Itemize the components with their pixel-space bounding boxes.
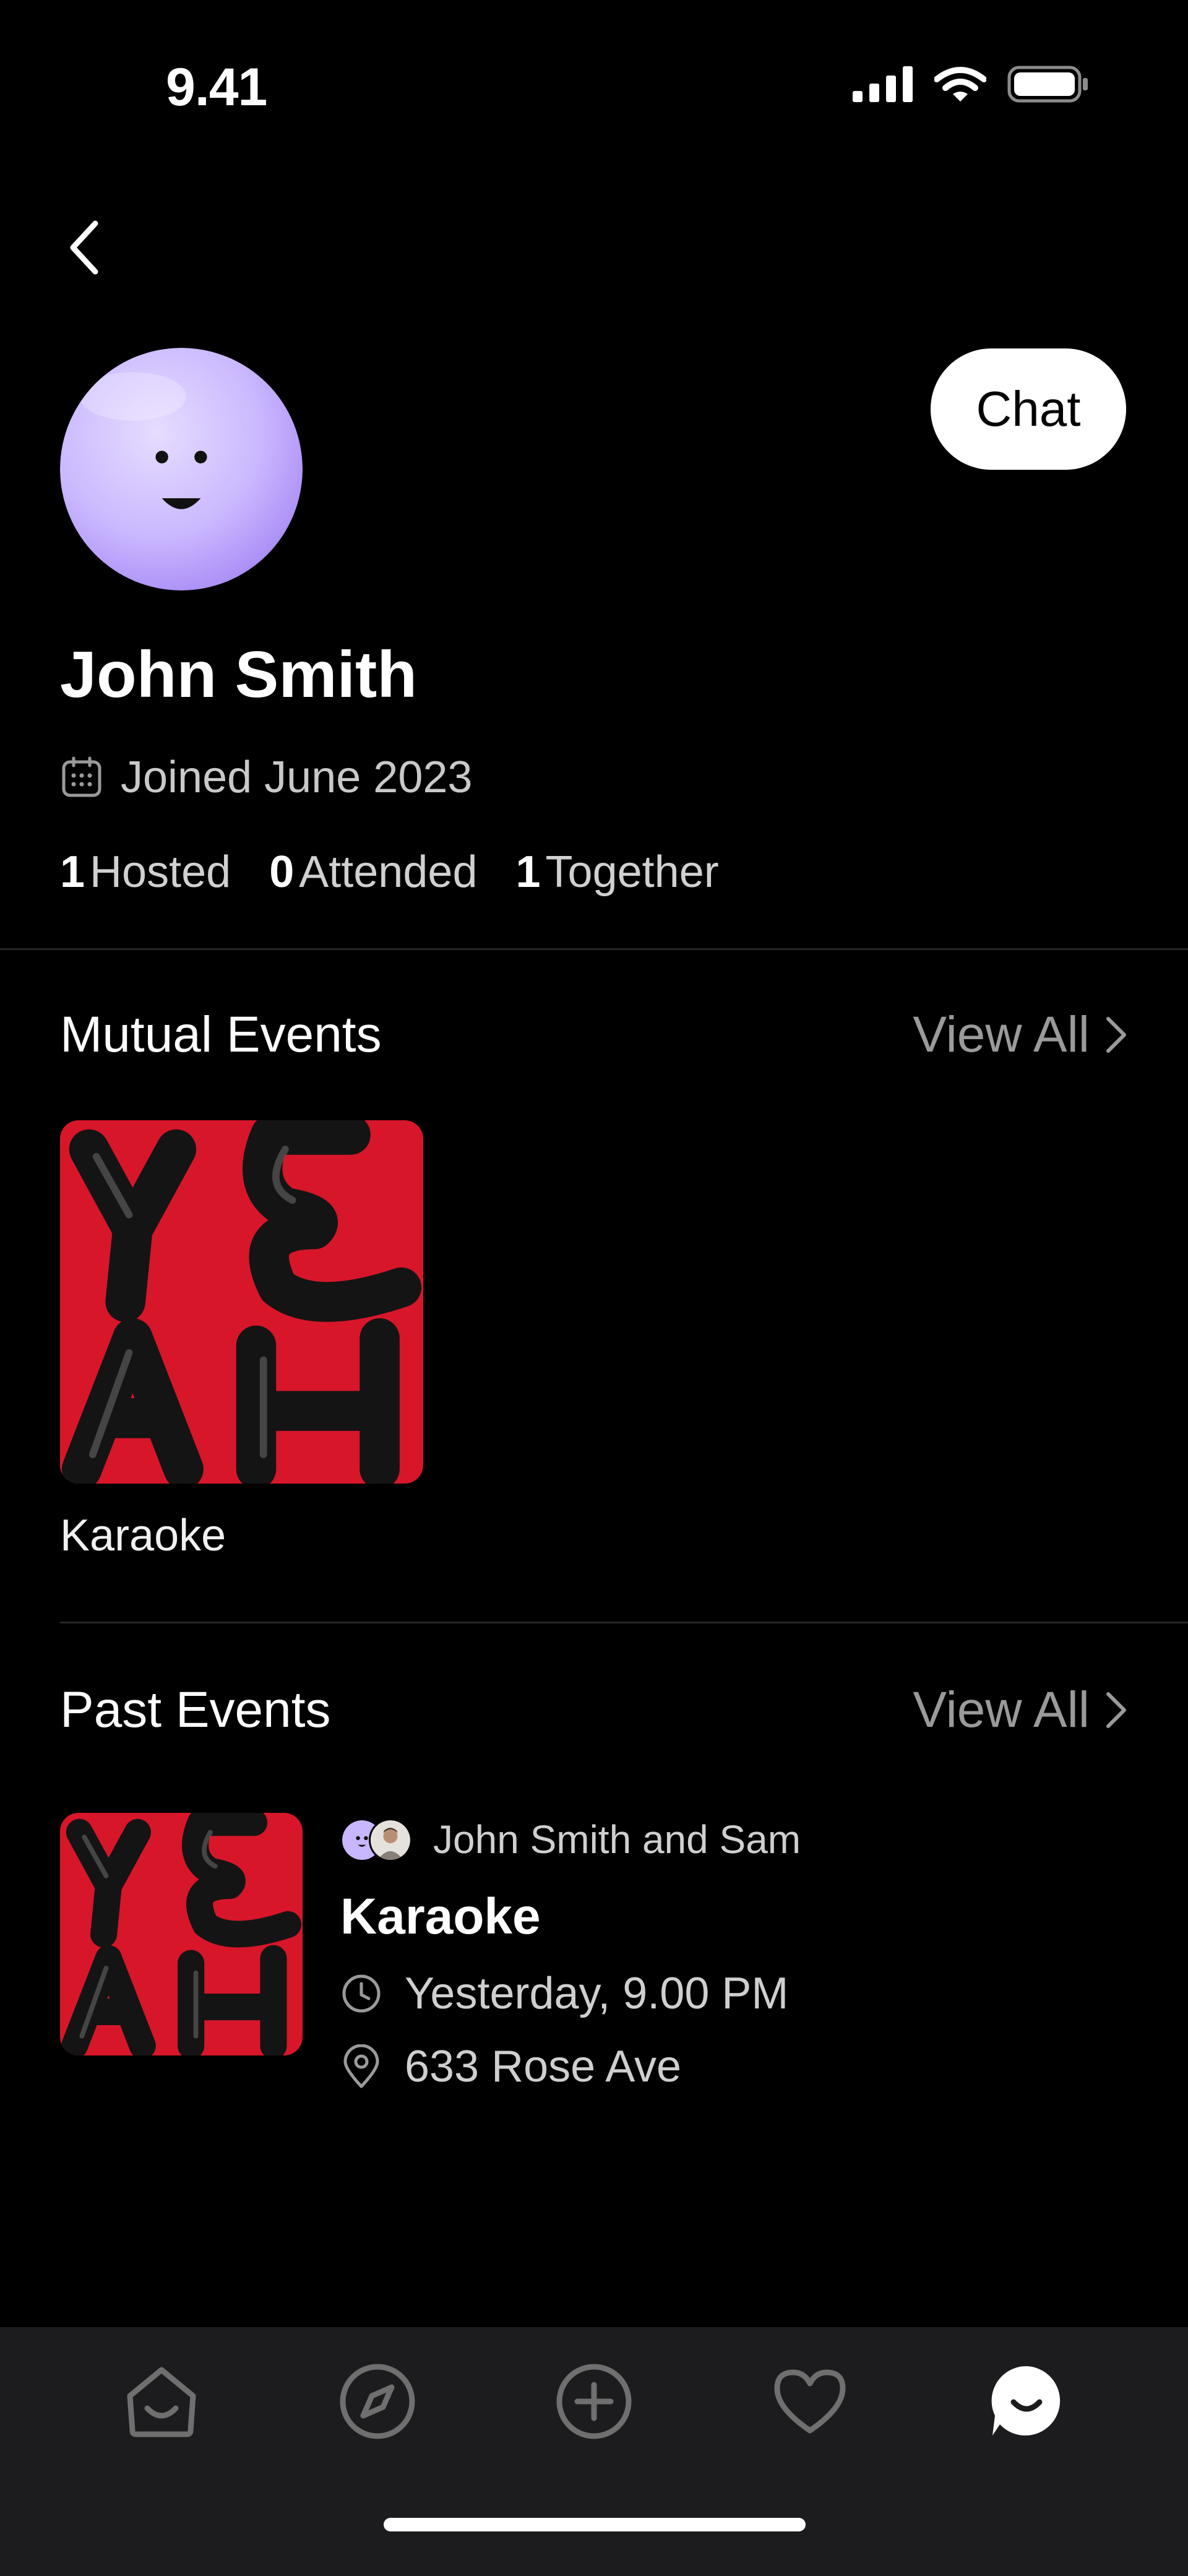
signal-icon <box>853 66 913 102</box>
chevron-left-icon <box>70 220 98 275</box>
create-icon <box>556 2364 632 2439</box>
event-location: 633 Rose Ave <box>340 2041 681 2092</box>
battery-icon <box>1007 66 1088 103</box>
chat-icon <box>991 2366 1061 2436</box>
favorites-icon <box>774 2369 846 2434</box>
event-time: Yesterday, 9.00 PM <box>340 1968 788 2019</box>
tab-create[interactable] <box>554 2361 634 2442</box>
joined-text: Joined June 2023 <box>121 753 473 802</box>
stat-attended: 0 Attended <box>269 847 478 897</box>
divider <box>60 1622 1188 1623</box>
mutual-event-image[interactable] <box>60 1120 423 1484</box>
status-time: 9.41 <box>166 58 267 117</box>
joined-date: Joined June 2023 <box>60 752 472 803</box>
mutual-events-view-all[interactable]: View All <box>913 1006 1128 1064</box>
chevron-right-icon <box>1106 1692 1126 1728</box>
stat-hosted: 1 Hosted <box>60 847 231 897</box>
past-event-image[interactable] <box>60 1813 303 2055</box>
back-button[interactable] <box>57 214 111 282</box>
chevron-right-icon <box>1106 1017 1126 1053</box>
tab-explore[interactable] <box>337 2361 418 2442</box>
view-all-label: View All <box>913 1006 1090 1063</box>
tab-chat[interactable] <box>986 2361 1067 2442</box>
clock-icon <box>342 1974 381 2013</box>
tab-favorites[interactable] <box>770 2361 850 2442</box>
mutual-event-label[interactable]: Karaoke <box>60 1510 226 1561</box>
chat-button[interactable]: Chat <box>931 348 1126 470</box>
profile-name: John Smith <box>60 638 418 711</box>
past-event-title[interactable]: Karaoke <box>340 1888 541 1946</box>
tab-home[interactable] <box>121 2361 202 2442</box>
event-time-text: Yesterday, 9.00 PM <box>405 1969 789 2018</box>
stat-together: 1 Together <box>515 847 719 897</box>
past-events-title: Past Events <box>60 1682 331 1738</box>
host-avatars <box>340 1818 415 1862</box>
event-location-text: 633 Rose Ave <box>405 2042 682 2091</box>
explore-icon <box>340 2364 415 2439</box>
hosts-text: John Smith and Sam <box>433 1817 801 1862</box>
mutual-events-title: Mutual Events <box>60 1006 382 1063</box>
location-pin-icon <box>343 2044 379 2088</box>
home-indicator[interactable] <box>384 2518 806 2531</box>
event-hosts: John Smith and Sam <box>340 1817 801 1862</box>
home-icon <box>127 2367 196 2437</box>
past-events-view-all[interactable]: View All <box>913 1681 1128 1739</box>
avatar <box>60 348 303 590</box>
view-all-label: View All <box>913 1682 1090 1738</box>
avatar <box>369 1818 412 1862</box>
profile-stats: 1 Hosted 0 Attended 1 Together <box>60 847 719 897</box>
divider <box>0 948 1188 950</box>
wifi-icon <box>934 67 986 102</box>
status-icons <box>853 66 1089 103</box>
calendar-icon <box>62 756 101 797</box>
